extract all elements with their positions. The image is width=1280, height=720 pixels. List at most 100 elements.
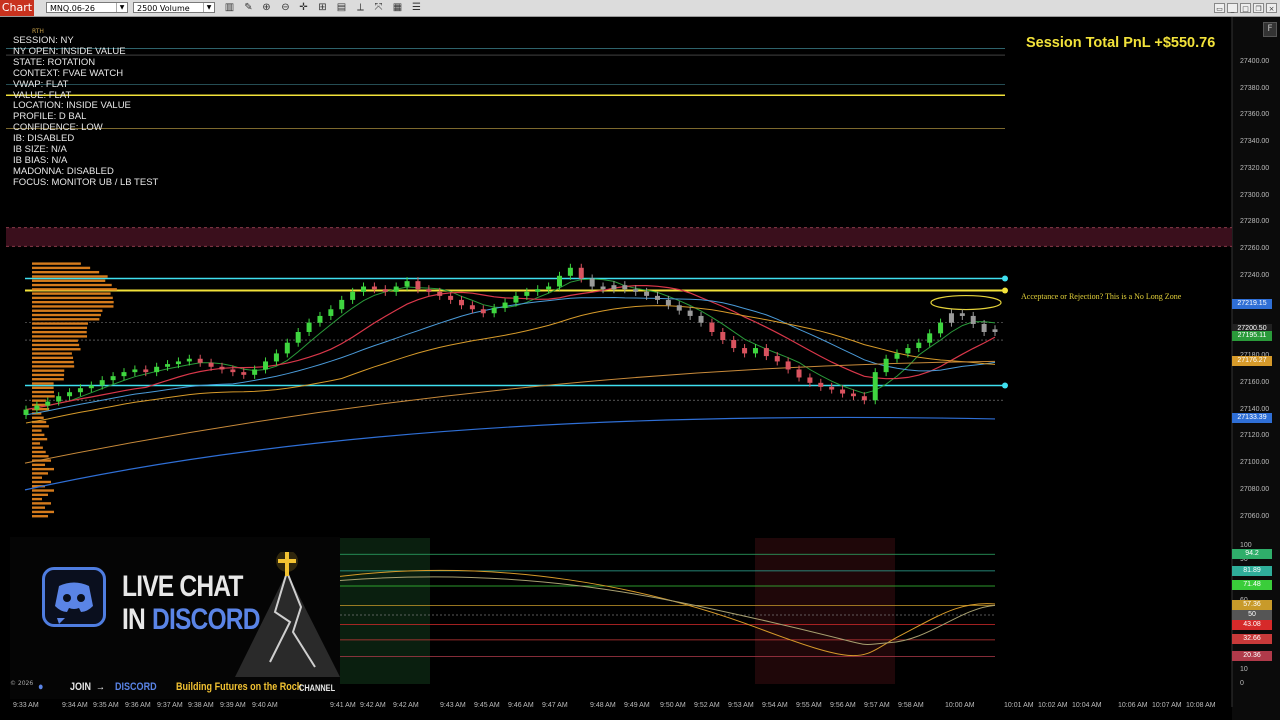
info-line: CONTEXT: FVAE WATCH <box>13 67 124 79</box>
candle-body <box>720 332 726 341</box>
candle-body <box>154 366 160 373</box>
chart-annotation: Acceptance or Rejection? This is a No Lo… <box>1021 292 1182 301</box>
candle-body <box>948 313 954 323</box>
candle-body <box>56 396 62 402</box>
tile-button[interactable]: ▭ <box>1214 3 1225 13</box>
chart-tab[interactable]: Chart <box>0 0 34 16</box>
candle-body <box>273 353 279 362</box>
profile-bar <box>32 433 45 437</box>
instrument-select[interactable]: MNQ.06-26 ▼ <box>46 2 128 13</box>
time-tick-label: 10:01 AM <box>1004 702 1034 709</box>
candle-body <box>339 299 345 310</box>
profile-bar <box>32 463 45 467</box>
strategy-icon[interactable]: ⟂ <box>354 2 367 14</box>
time-tick-label: 10:06 AM <box>1118 702 1148 709</box>
data-box-icon[interactable]: ▤ <box>335 2 348 14</box>
candle-body <box>687 310 693 316</box>
profile-bar <box>32 352 72 355</box>
chevron-down-icon[interactable]: ▼ <box>116 3 127 12</box>
time-tick-label: 10:08 AM <box>1186 702 1216 709</box>
profile-bar <box>32 288 117 291</box>
banner-line1: LIVE CHAT <box>122 570 243 603</box>
profile-bar <box>32 416 44 419</box>
candle-body <box>306 322 312 332</box>
price-tick-label: 27060.00 <box>1240 512 1270 520</box>
ma-long-line <box>25 305 996 424</box>
zoom-out-icon[interactable]: ⊖ <box>279 2 292 14</box>
time-tick-label: 10:02 AM <box>1038 702 1068 709</box>
time-tick-label: 9:38 AM <box>188 702 214 709</box>
bar-type-icon[interactable]: ▥ <box>223 2 236 14</box>
time-tick-label: 9:37 AM <box>157 702 183 709</box>
draw-icon[interactable]: ✎ <box>242 2 255 14</box>
oscillator-panel <box>339 538 996 684</box>
list-icon[interactable]: ☰ <box>410 2 423 14</box>
candle-body <box>382 289 388 292</box>
maximize-button[interactable]: □ <box>1240 3 1251 13</box>
profile-bar <box>32 339 78 342</box>
footer-channel: CHANNEL <box>299 683 336 693</box>
candle-body <box>698 315 704 323</box>
mountain-cross-icon <box>235 552 340 677</box>
ma-mid-line <box>25 285 996 411</box>
osc-line-slow <box>339 576 996 646</box>
price-tick-label: 27120.00 <box>1240 432 1270 440</box>
osc-bull-zone <box>340 538 430 684</box>
profile-bar <box>32 365 75 368</box>
price-tick-label: 27380.00 <box>1240 84 1270 92</box>
chevron-down-icon[interactable]: ▼ <box>203 3 214 12</box>
candle-body <box>644 291 650 296</box>
candle-body <box>132 369 138 373</box>
candles <box>23 263 998 419</box>
profile-bar <box>32 437 48 441</box>
minimize-button[interactable]: _ <box>1227 3 1238 13</box>
discord-banner[interactable]: LIVE CHAT IN DISCORD ● JOIN → DISCORD Bu… <box>10 537 340 699</box>
price-tick-label: 27080.00 <box>1240 485 1270 493</box>
time-tick-label: 9:40 AM <box>252 702 278 709</box>
candle-body <box>905 348 911 354</box>
discord-small-icon: ● <box>38 681 44 693</box>
candle-body <box>916 342 922 349</box>
profile-bar <box>32 476 42 479</box>
crosshair-icon[interactable]: ✛ <box>297 2 310 14</box>
properties-icon[interactable]: ⊞ <box>316 2 329 14</box>
bar-type-select[interactable]: 2500 Volume ▼ <box>133 2 215 13</box>
value-line <box>24 360 996 464</box>
indicators-icon[interactable]: ⤧ <box>372 2 385 14</box>
price-tick-label: 27100.00 <box>1240 459 1270 467</box>
f-button[interactable]: F <box>1263 22 1277 37</box>
price-tick-label: 27340.00 <box>1240 138 1270 146</box>
banner-line2-in: IN <box>122 603 146 636</box>
candle-body <box>665 299 671 306</box>
profile-bar <box>32 313 101 317</box>
time-tick-label: 9:35 AM <box>93 702 119 709</box>
candle-body <box>426 289 432 292</box>
time-tick-label: 9:39 AM <box>220 702 246 709</box>
profile-bar <box>32 467 54 471</box>
profile-bar <box>32 279 106 282</box>
templates-icon[interactable]: ▦ <box>391 2 404 14</box>
candle-body <box>143 369 149 373</box>
profile-bar <box>32 506 45 509</box>
close-button[interactable]: × <box>1266 3 1277 13</box>
zoom-in-icon[interactable]: ⊕ <box>260 2 273 14</box>
copyright-text: © 2026 <box>10 680 34 687</box>
price-tag: 27219.15 <box>1232 298 1272 309</box>
osc-tag: 50 <box>1232 610 1272 620</box>
profile-bar <box>32 335 88 338</box>
price-tick-label: 27260.00 <box>1240 245 1270 253</box>
info-line: STATE: ROTATION <box>13 56 96 68</box>
annotation-ellipse <box>930 294 1002 311</box>
footer-discord: DISCORD <box>115 681 157 693</box>
time-tick-label: 9:46 AM <box>508 702 534 709</box>
candle-body <box>785 361 791 370</box>
candle-body <box>959 313 965 316</box>
level-handle <box>1002 287 1008 294</box>
info-line: LOCATION: INSIDE VALUE <box>13 100 131 112</box>
profile-bar <box>32 360 74 364</box>
price-tag: 27195.11 <box>1232 330 1272 341</box>
restore-button[interactable]: ❐ <box>1253 3 1264 13</box>
profile-bar <box>32 262 81 265</box>
profile-bar <box>32 292 111 295</box>
candle-body <box>45 401 51 406</box>
